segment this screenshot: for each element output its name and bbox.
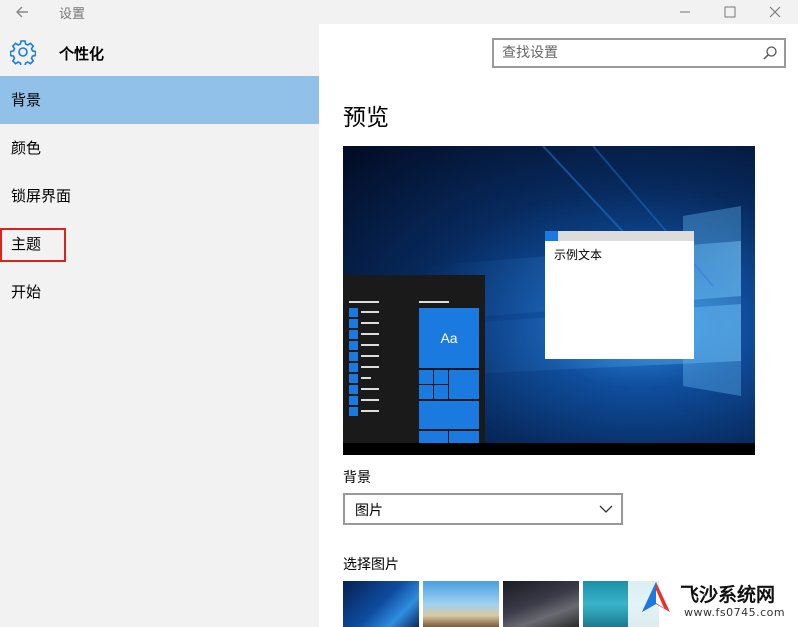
page-title: 个性化: [59, 45, 105, 63]
background-label: 背景: [343, 470, 371, 486]
sample-window-titlebar: [545, 231, 694, 241]
tile-sample-text: Aa: [440, 330, 457, 346]
search-box: [492, 38, 786, 68]
maximize-icon[interactable]: [707, 0, 753, 24]
background-dropdown[interactable]: 图片: [343, 493, 623, 525]
title-bar: 设置: [0, 0, 798, 24]
sidebar-item-start[interactable]: 开始: [0, 268, 319, 316]
chevron-down-icon: [599, 505, 613, 513]
picture-thumbnail[interactable]: [343, 581, 419, 627]
picture-thumbnail[interactable]: [423, 581, 499, 627]
start-menu-preview: Aa: [343, 275, 485, 443]
watermark-url: www.fs0745.com: [684, 606, 786, 619]
preview-title: 预览: [343, 105, 389, 131]
sidebar-item-background[interactable]: 背景: [0, 76, 319, 124]
watermark-logo-icon: [642, 582, 670, 612]
background-dropdown-value: 图片: [355, 503, 383, 519]
sidebar-item-lock-screen[interactable]: 锁屏界面: [0, 172, 319, 220]
sample-window-preview: 示例文本: [545, 231, 694, 359]
sidebar-item-colors[interactable]: 颜色: [0, 124, 319, 172]
search-icon[interactable]: [762, 45, 778, 61]
window-title: 设置: [59, 7, 86, 22]
search-input[interactable]: [502, 43, 752, 63]
back-arrow-icon[interactable]: [12, 2, 34, 22]
choose-picture-label: 选择图片: [343, 557, 399, 573]
gear-icon: [10, 40, 36, 65]
start-menu-tiles: Aa: [349, 301, 479, 443]
sidebar-item-themes[interactable]: 主题: [0, 220, 319, 268]
sample-text: 示例文本: [554, 248, 603, 262]
preview-taskbar: [343, 443, 755, 455]
theme-preview: Aa 示例文本: [343, 146, 755, 455]
sidebar: 个性化 背景 颜色 锁屏界面 主题 开始: [0, 24, 319, 627]
watermark: 飞沙系统网 www.fs0745.com: [628, 574, 798, 627]
close-icon[interactable]: [752, 0, 798, 24]
sidebar-nav: 背景 颜色 锁屏界面 主题 开始: [0, 76, 319, 316]
sample-window-accent: [545, 231, 558, 241]
picture-thumbnail[interactable]: [503, 581, 579, 627]
watermark-name: 飞沙系统网: [680, 584, 776, 606]
minimize-icon[interactable]: [662, 0, 708, 24]
